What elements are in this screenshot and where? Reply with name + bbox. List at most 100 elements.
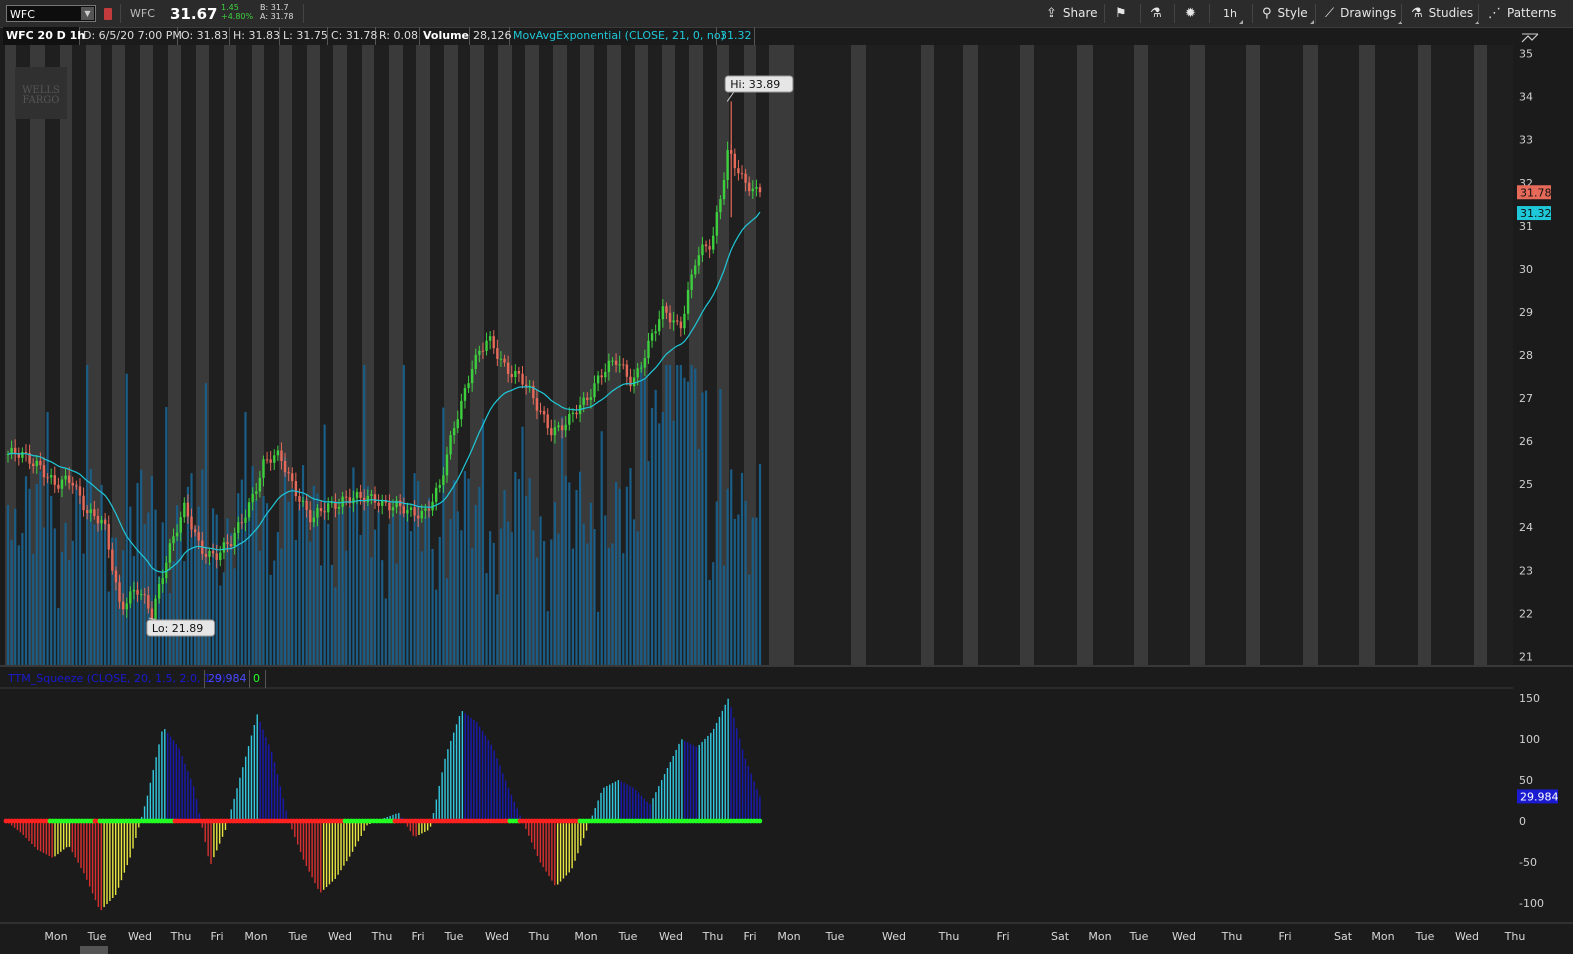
candle-body <box>154 598 157 620</box>
price-axis[interactable]: 35343332313029282726252423222131.7831.32 <box>1513 45 1573 665</box>
volume-bar <box>492 542 495 665</box>
histogram-bar <box>91 821 94 894</box>
volume-bar <box>32 553 35 665</box>
volume-bar <box>632 519 636 665</box>
study-tick-label: -50 <box>1519 856 1537 869</box>
candle-body <box>309 509 312 523</box>
volume-bar <box>496 594 499 665</box>
candle-body <box>413 507 416 516</box>
candle-body <box>298 496 301 502</box>
volume-label[interactable]: Volume <box>420 27 470 45</box>
histogram-bar <box>681 739 683 821</box>
candle-body <box>233 532 236 547</box>
histogram-bar <box>325 821 328 888</box>
histogram-bar <box>513 801 516 821</box>
candle-body <box>542 410 546 415</box>
volume-bar <box>75 483 78 665</box>
histogram-bar <box>305 821 308 866</box>
histogram-bar <box>268 744 270 821</box>
histogram-bar <box>574 821 576 861</box>
candle-body <box>647 340 650 359</box>
volume-bar <box>244 411 247 665</box>
time-tick-label: Tue <box>87 930 107 943</box>
candle-body <box>506 362 510 375</box>
volume-bar <box>618 488 621 665</box>
time-tick-label: Tue <box>444 930 464 943</box>
histogram-bar <box>580 821 582 846</box>
histogram-bar <box>135 821 137 838</box>
histogram-bar <box>155 757 157 821</box>
candle-body <box>449 435 452 455</box>
volume-bar <box>359 534 362 665</box>
ttm-squeeze-label[interactable]: TTM_Squeeze (CLOSE, 20, 1.5, 2.0, 1.0) <box>5 670 226 688</box>
candle-body <box>53 475 56 485</box>
histogram-bar <box>42 821 45 853</box>
histogram-bar <box>120 821 123 881</box>
histogram-bar <box>262 729 264 821</box>
volume-bar <box>424 516 427 665</box>
session-band <box>921 45 934 665</box>
histogram-bar <box>51 821 53 858</box>
time-axis[interactable]: Mon Tue Wed Thu Fri Mon Tue Wed Thu Fri Tue Wed Thu M… <box>0 922 1573 954</box>
time-tick-label: Thu <box>170 930 192 943</box>
histogram-bar <box>68 821 71 847</box>
volume-bar <box>568 482 571 665</box>
candle-body <box>273 455 276 463</box>
volume-bar <box>611 543 614 665</box>
symbol-period[interactable]: WFC 20 D 1h <box>3 27 85 45</box>
volume-bar <box>294 540 297 665</box>
histogram-bar <box>476 722 478 821</box>
open-value: O: 31.83 <box>178 27 230 45</box>
volume-bar <box>68 560 71 665</box>
histogram-bar <box>282 798 284 821</box>
candle-body <box>582 397 585 405</box>
histogram-bar <box>617 780 620 821</box>
candle-body <box>49 475 53 478</box>
volume-bar <box>35 483 38 665</box>
session-band <box>1205 45 1246 665</box>
time-tick-label: Wed <box>328 930 352 943</box>
chart-zoom-icon[interactable] <box>1521 33 1539 43</box>
candle-body <box>373 494 377 503</box>
candle-body <box>640 367 643 369</box>
candle-body <box>427 508 431 511</box>
candle-body <box>147 595 150 609</box>
candle-body <box>287 472 290 474</box>
candle-body <box>478 350 481 355</box>
histogram-bar <box>623 782 625 821</box>
session-band <box>794 45 851 665</box>
candle-body <box>143 594 146 596</box>
volume-bar <box>366 485 369 665</box>
chart-canvas[interactable]: WELLS FARGO Hi: 33.89Lo: 21.89 353433323… <box>0 0 1573 954</box>
histogram-bar <box>334 821 336 879</box>
candle-body <box>510 374 513 378</box>
volume-bar <box>406 504 409 665</box>
volume-bar <box>525 496 528 665</box>
volume-bar <box>561 416 564 665</box>
histogram-bar <box>314 821 316 884</box>
volume-bar <box>287 501 290 665</box>
volume-bar <box>273 560 276 665</box>
histogram-bar <box>478 726 481 821</box>
time-tick-label: Thu <box>528 930 550 943</box>
volume-bar <box>586 543 589 665</box>
candle-body <box>643 358 647 368</box>
ttm-squeeze-value: 29.984 <box>205 670 250 688</box>
study-tick-label: 0 <box>1519 815 1526 828</box>
candle-body <box>661 306 665 320</box>
time-tick-label: Mon <box>244 930 267 943</box>
histogram-bar <box>608 784 611 821</box>
histogram-bar <box>83 821 85 874</box>
candle-body <box>323 511 326 513</box>
volume-bar <box>370 557 373 665</box>
time-tick-label: Tue <box>288 930 308 943</box>
histogram-bar <box>438 785 440 821</box>
ttm-squeeze-pane <box>0 665 1573 911</box>
candle-body <box>467 383 470 389</box>
ema-study-label[interactable]: MovAvgExponential (CLOSE, 21, 0, no) <box>510 27 725 45</box>
study-axis[interactable]: 150 100 50 0 -50 -100 29.984 <box>1517 692 1559 910</box>
candle-body <box>535 398 539 411</box>
volume-bar <box>449 519 452 665</box>
histogram-bar <box>60 821 62 852</box>
candle-body <box>625 364 629 377</box>
